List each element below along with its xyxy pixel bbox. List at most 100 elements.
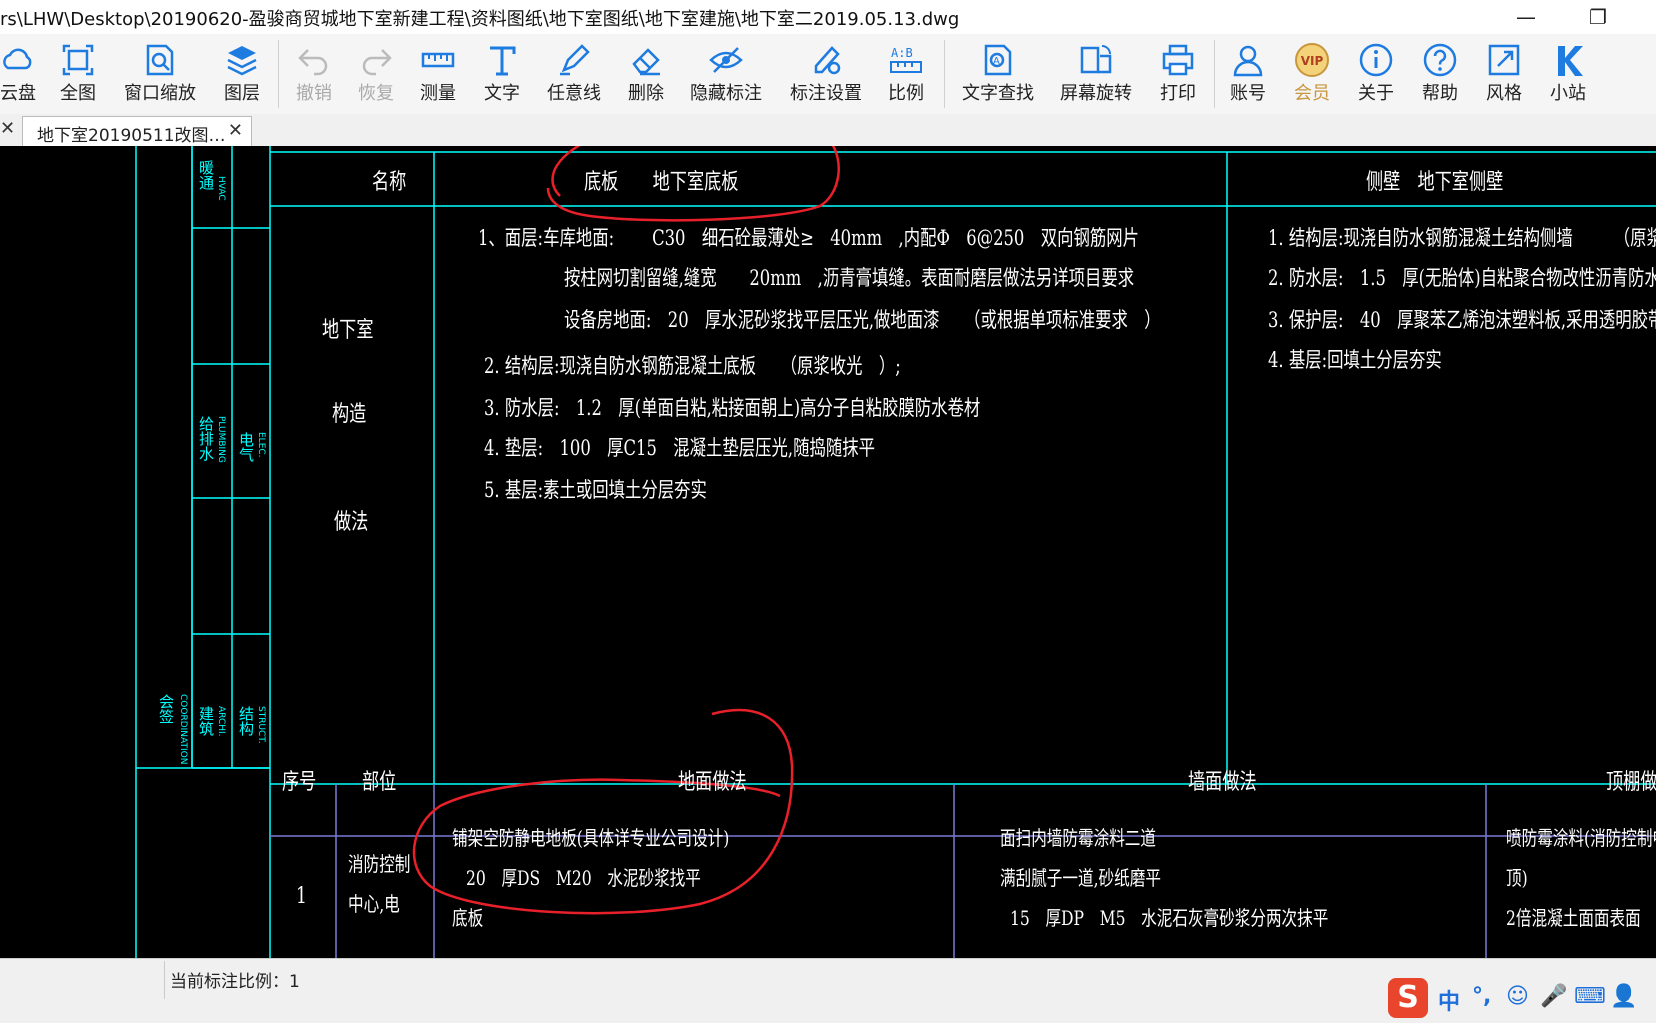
toolbar-delete-button[interactable]: 删除	[620, 34, 672, 114]
svg-text:VIP: VIP	[1301, 54, 1324, 68]
row-number: 1	[296, 884, 307, 909]
toolbar-scale-button[interactable]: A:B 比例	[880, 34, 932, 114]
sign-coord-en: COORDINATION	[178, 694, 188, 765]
floor-line: 1、面层:车库地面: C30 细石砼最薄处≥ 40mm ,内配Φ 6@250 双…	[478, 226, 1140, 250]
toolbar-hide-annotation-button[interactable]: 隐藏标注	[686, 34, 766, 114]
style-icon	[1488, 44, 1520, 76]
eraser-icon	[632, 48, 660, 76]
floor-line: 2. 结构层:现浇自防水钢筋混凝土底板 （原浆收光 ）;	[484, 354, 901, 378]
row-label-basement: 地下室	[322, 318, 374, 343]
printer-icon	[1162, 44, 1194, 76]
floor-line: 4. 垫层: 100 厚C15 混凝土垫层压光,随捣随抹平	[484, 436, 876, 460]
k-station-icon	[1558, 46, 1583, 76]
toolbar-text-search-button[interactable]: A 文字查找	[958, 34, 1038, 114]
wall-line: 4. 基层:回填土分层夯实	[1268, 348, 1442, 372]
minimize-button[interactable]: —	[1506, 2, 1546, 32]
window-zoom-icon	[146, 44, 174, 76]
header-name: 名称	[372, 170, 407, 195]
header-floor: 底板 地下室底板	[584, 170, 739, 195]
vip-icon: VIP	[1295, 43, 1329, 77]
toolbar-print-button[interactable]: 打印	[1152, 34, 1204, 114]
sign-arch: 建筑	[197, 706, 215, 736]
rotate-icon	[1080, 45, 1112, 74]
header-part: 部位	[362, 770, 397, 795]
ime-punct-toggle[interactable]: °,	[1472, 984, 1491, 1009]
toolbar-style-button[interactable]: 风格	[1478, 34, 1530, 114]
sign-hvac: 暖通	[197, 160, 215, 190]
tab-label: 地下室20190511改图…	[37, 126, 226, 146]
close-icon[interactable]: ✕	[228, 120, 243, 141]
hide-icon	[709, 47, 743, 73]
ground-line: 底板	[452, 906, 484, 930]
drawing-canvas[interactable]: 暖通 HVAC 给排水 PLUMBING 电气 ELEC. 会签 COORDIN…	[0, 146, 1656, 958]
annotation-settings-icon	[814, 46, 841, 75]
scale-icon: A:B	[890, 46, 922, 73]
tab-document[interactable]: 地下室20190511改图… ✕	[22, 116, 252, 147]
toolbar-window-zoom-button[interactable]: 窗口缩放	[120, 34, 200, 114]
ground-line: 铺架空防静电地板(具体详专业公司设计)	[452, 826, 730, 850]
row-part: 消防控制	[348, 852, 411, 876]
ruler-icon	[421, 52, 455, 68]
restore-button[interactable]: ❐	[1578, 2, 1618, 32]
sign-block-frame	[135, 146, 271, 958]
header-no: 序号	[282, 770, 317, 795]
sign-struct-en: STRUCT.	[256, 706, 266, 744]
cloud-icon	[3, 48, 32, 70]
toolbar-station-button[interactable]: 小站	[1542, 34, 1594, 114]
wall-line: 3. 保护层: 40 厚聚苯乙烯泡沫塑料板,采用透明胶带粘	[1268, 308, 1656, 332]
redo-icon	[362, 49, 392, 76]
info-icon	[1359, 43, 1393, 77]
close-icon[interactable]: ✕	[0, 118, 15, 139]
fit-all-icon	[62, 44, 94, 76]
keyboard-icon[interactable]: ⌨	[1574, 984, 1606, 1009]
tab-bar: ✕ 地下室20190511改图… ✕	[0, 114, 1656, 147]
user-icon[interactable]: 👤	[1610, 984, 1637, 1009]
ceiling-line: 喷防霉涂料(消防控制中	[1506, 826, 1656, 850]
toolbar-measure-button[interactable]: 测量	[412, 34, 464, 114]
sign-elec-en: ELEC.	[256, 432, 266, 458]
microphone-icon[interactable]: 🎤	[1540, 984, 1567, 1009]
toolbar: 云盘 全图 窗口缩放 图层 撤销 恢复 测量 文字 任意线 删除 隐藏标注 标注…	[0, 34, 1656, 115]
row-label-structure: 构造	[332, 402, 367, 427]
pen-icon	[560, 44, 590, 76]
toolbar-help-button[interactable]: 帮助	[1414, 34, 1466, 114]
toolbar-vip-button[interactable]: VIP 会员	[1286, 34, 1338, 114]
toolbar-layers-button[interactable]: 图层	[216, 34, 268, 114]
layers-icon	[227, 46, 257, 76]
title-bar: rs\LHW\Desktop\20190620-盈骏商贸城地下室新建工程\资料图…	[0, 0, 1656, 34]
toolbar-cloud-button[interactable]: 云盘	[0, 34, 50, 114]
wall-line: 1. 结构层:现浇自防水钢筋混凝土结构侧墙 （原浆	[1268, 226, 1656, 250]
window-title: rs\LHW\Desktop\20190620-盈骏商贸城地下室新建工程\资料图…	[0, 9, 960, 30]
help-icon	[1423, 43, 1457, 77]
user-icon	[1233, 45, 1263, 77]
header-ceiling: 顶棚做	[1606, 770, 1656, 795]
sign-plumbing-en: PLUMBING	[216, 416, 226, 463]
sign-plumbing: 给排水	[197, 416, 215, 461]
header-wall-finish: 墙面做法	[1188, 770, 1257, 795]
toolbar-redo-button[interactable]: 恢复	[350, 34, 402, 114]
toolbar-undo-button[interactable]: 撤销	[288, 34, 340, 114]
floor-line: 5. 基层:素土或回填土分层夯实	[484, 478, 707, 502]
undo-icon	[298, 49, 328, 76]
toolbar-rotate-button[interactable]: 屏幕旋转	[1056, 34, 1136, 114]
status-separator	[164, 961, 165, 999]
toolbar-text-button[interactable]: 文字	[476, 34, 528, 114]
sign-arch-en: ARCHI.	[216, 706, 226, 737]
wall-finish-line: 15 厚DP M5 水泥石灰膏砂浆分两次抹平	[1010, 906, 1329, 930]
toolbar-freeline-button[interactable]: 任意线	[540, 34, 608, 114]
toolbar-annotation-settings-button[interactable]: 标注设置	[784, 34, 868, 114]
ceiling-line: 顶)	[1506, 866, 1528, 890]
ime-lang-toggle[interactable]: 中	[1438, 984, 1460, 1016]
toolbar-separator	[944, 40, 945, 108]
emoji-icon[interactable]: ☺	[1506, 984, 1529, 1009]
row-part: 中心,电	[348, 892, 400, 916]
header-ground: 地面做法	[678, 770, 747, 795]
sogou-logo-icon[interactable]: S	[1388, 978, 1428, 1018]
text-icon	[490, 46, 516, 76]
toolbar-account-button[interactable]: 账号	[1222, 34, 1274, 114]
toolbar-fit-all-button[interactable]: 全图	[52, 34, 104, 114]
toolbar-about-button[interactable]: 关于	[1350, 34, 1402, 114]
toolbar-separator	[1214, 40, 1215, 108]
floor-line: 按柱网切割留缝,缝宽 20mm ,沥青膏填缝。表面耐磨层做法另详项目要求	[564, 266, 1135, 290]
wall-finish-line: 面扫内墙防霉涂料二道	[1000, 826, 1156, 850]
